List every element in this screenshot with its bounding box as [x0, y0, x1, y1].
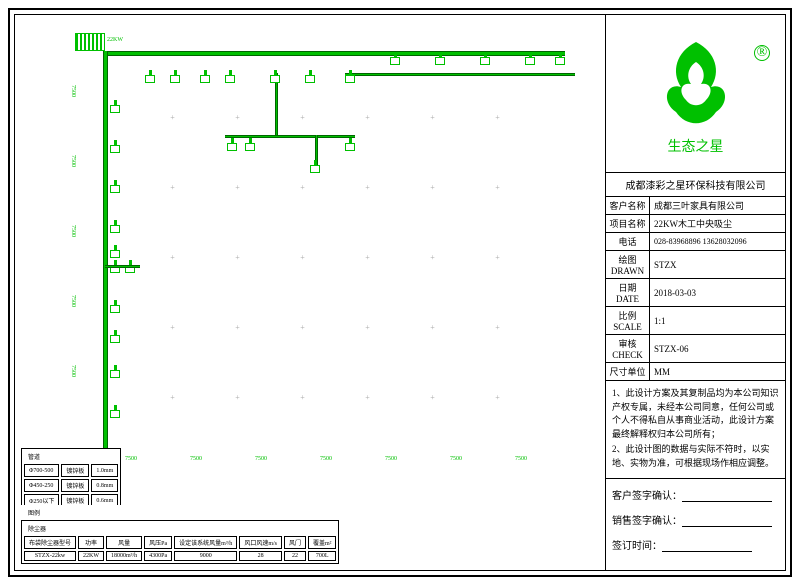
drop-point — [227, 143, 237, 151]
drop-point — [110, 225, 120, 233]
units: MM — [650, 365, 785, 379]
equipment-table: 除尘器 布袋除尘器型号功率 风量风压Pa 设定该系统风量m³/h风口风速m/s … — [21, 520, 339, 564]
dim-v: 7500 — [70, 365, 76, 377]
drop-point — [110, 250, 120, 258]
dim-h: 7500 — [385, 456, 397, 462]
pipe-spec-table: 管道 Φ700-500镀锌板1.0mm Φ450-250镀锌板0.8mm Φ25… — [21, 448, 121, 510]
drop-point — [200, 75, 210, 83]
dim-v: 7500 — [70, 295, 76, 307]
registered-mark-icon: ® — [754, 45, 770, 61]
drop-point — [555, 57, 565, 65]
drop-point — [525, 57, 535, 65]
drop-point — [145, 75, 155, 83]
drop-point — [110, 305, 120, 313]
dim-h: 7500 — [450, 456, 462, 462]
pipe-main-h — [105, 51, 565, 56]
fan-unit — [75, 33, 105, 51]
checked-by: STZX-06 — [650, 342, 785, 356]
drop-point — [170, 75, 180, 83]
drop-point — [305, 75, 315, 83]
logo-box: ® 生态之星 — [606, 15, 785, 172]
customer-name: 成都三叶家具有限公司 — [650, 197, 785, 214]
drop-point — [435, 57, 445, 65]
drop-point — [245, 143, 255, 151]
drop-point — [390, 57, 400, 65]
customer-sig-label: 客户签字确认： — [612, 491, 682, 502]
drawing-canvas: // placeholder - grid drawn below via st… — [15, 15, 605, 570]
pipe-main-v — [103, 51, 108, 461]
project-name: 22KW木工中央吸尘 — [650, 215, 785, 232]
phone: 028-83968896 13628032096 — [650, 235, 785, 248]
fan-label: 22KW — [107, 37, 123, 43]
drop-point — [225, 75, 235, 83]
drawn-by: STZX — [650, 258, 785, 272]
dim-v: 7500 — [70, 155, 76, 167]
dim-h: 7500 — [190, 456, 202, 462]
dim-h: 7500 — [320, 456, 332, 462]
drop-point — [110, 145, 120, 153]
signature-block: 客户签字确认： 销售签字确认： 签订时间： — [606, 479, 785, 570]
pipe-branch-h3 — [225, 135, 355, 138]
scale: 1:1 — [650, 314, 785, 328]
company-name: 成都漆彩之星环保科技有限公司 — [606, 173, 785, 196]
dim-v: 7500 — [70, 85, 76, 97]
dim-h: 7500 — [515, 456, 527, 462]
date: 2018-03-03 — [650, 286, 785, 300]
drop-point — [270, 75, 280, 83]
title-block: ® 生态之星 成都漆彩之星环保科技有限公司 客户名称成都三叶家具有限公司 项目名… — [605, 15, 785, 570]
drop-point — [480, 57, 490, 65]
logo-text: 生态之星 — [668, 136, 724, 156]
drop-point — [110, 370, 120, 378]
dim-v: 7500 — [70, 225, 76, 237]
drop-point — [345, 75, 355, 83]
drop-point — [110, 410, 120, 418]
dim-h: 7500 — [255, 456, 267, 462]
notes: 1、此设计方案及其复制品均为本公司知识产权专属，未经本公司同意，任何公司或个人不… — [606, 381, 785, 479]
info-table: 成都漆彩之星环保科技有限公司 客户名称成都三叶家具有限公司 项目名称22KW木工… — [606, 172, 785, 381]
drop-point — [110, 185, 120, 193]
drop-point — [110, 105, 120, 113]
logo-icon — [656, 32, 736, 132]
sales-sig-label: 销售签字确认： — [612, 516, 682, 527]
pipe-branch-h2 — [345, 73, 575, 76]
dim-h: 7500 — [125, 456, 137, 462]
drop-point — [110, 335, 120, 343]
pipe-stub — [105, 265, 140, 268]
drop-point — [310, 165, 320, 173]
drop-point — [345, 143, 355, 151]
date-sig-label: 签订时间： — [612, 541, 662, 552]
